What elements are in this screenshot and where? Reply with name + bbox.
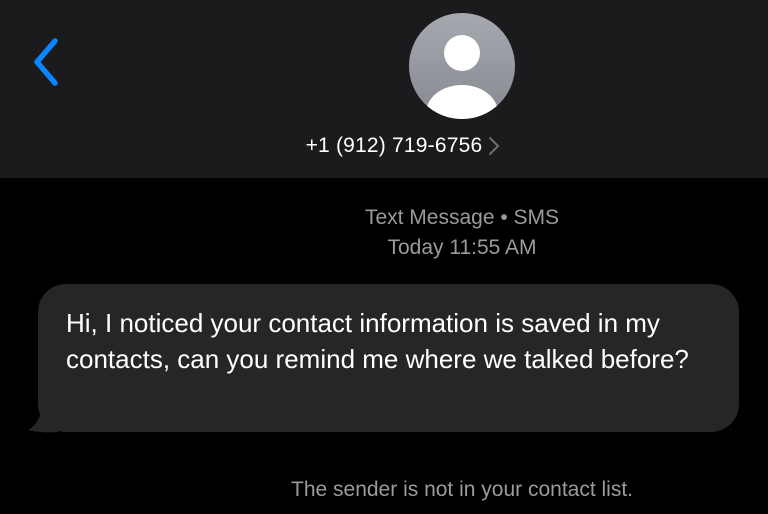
conversation-header: +1 (912) 719-6756 [0,0,768,178]
person-silhouette-icon [409,13,515,119]
message-timestamp: Today 11:55 AM [387,236,537,259]
unknown-sender-notice: The sender is not in your contact list. [291,478,633,501]
message-bubble: Hi, I noticed your contact information i… [38,284,739,432]
chevron-right-icon [488,136,500,156]
avatar[interactable] [409,13,515,119]
contact-name: +1 (912) 719-6756 [305,134,483,157]
contact-details-button[interactable]: +1 (912) 719-6756 [0,130,768,162]
incoming-message[interactable]: Hi, I noticed your contact information i… [28,284,739,434]
service-label: Text Message • SMS [364,206,560,229]
messages-screen: +1 (912) 719-6756 Text Message • SMS Tod… [0,0,768,514]
back-button[interactable] [24,36,68,88]
chevron-left-icon [31,37,61,87]
